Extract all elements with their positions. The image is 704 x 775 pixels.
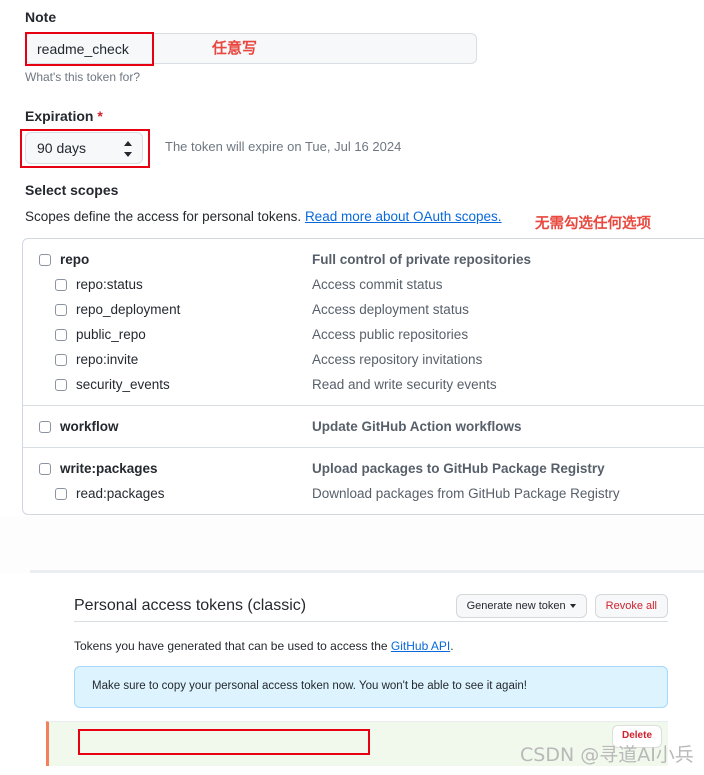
tokens-subtitle-text: Tokens you have generated that can be us… [74,639,388,653]
expiration-note: The token will expire on Tue, Jul 16 202… [165,139,402,154]
scope-group: workflow Update GitHub Action workflows [23,405,704,439]
scope-group: write:packages Upload packages to GitHub … [23,447,704,506]
scope-row[interactable]: write:packages Upload packages to GitHub … [23,456,704,481]
scopes-list: repo Full control of private repositories… [22,238,704,515]
scope-row[interactable]: repo:invite Access repository invitations [23,347,704,372]
chevron-updown-icon [123,141,132,157]
scope-checkbox[interactable] [39,253,51,266]
scope-description: Full control of private repositories [312,252,532,267]
scope-checkbox[interactable] [55,353,67,366]
scope-checkbox[interactable] [55,487,67,500]
scope-description: Access repository invitations [312,352,483,367]
scope-name: security_events [76,377,170,392]
token-list-item [46,721,668,766]
scope-description: Upload packages to GitHub Package Regist… [312,461,605,476]
tokens-subtitle-period: . [450,639,454,653]
scope-row[interactable]: read:packages Download packages from GitH… [23,481,704,506]
scope-row[interactable]: public_repo Access public repositories [23,322,704,347]
scope-group: repo Full control of private repositories… [23,247,704,397]
tokens-panel-header: Personal access tokens (classic) Generat… [74,594,668,618]
scope-name: repo:status [76,277,143,292]
header-divider [74,621,668,622]
scope-row[interactable]: workflow Update GitHub Action workflows [23,414,704,439]
expiration-label-text: Expiration [25,108,94,124]
scope-description: Update GitHub Action workflows [312,419,522,434]
scope-description: Access commit status [312,277,443,292]
scope-checkbox[interactable] [55,328,67,341]
personal-access-tokens-panel: Personal access tokens (classic) Generat… [0,573,704,775]
scope-row[interactable]: security_events Read and write security e… [23,372,704,397]
scopes-description: Scopes define the access for personal to… [25,209,502,224]
screenshot-seam [0,516,704,574]
note-label: Note [25,9,57,25]
scope-row[interactable]: repo_deployment Access deployment status [23,297,704,322]
scope-name: workflow [60,419,119,434]
scopes-description-text: Scopes define the access for personal to… [25,209,302,224]
scope-name: repo_deployment [76,302,181,317]
scope-description: Read and write security events [312,377,497,392]
tokens-panel-title: Personal access tokens (classic) [74,597,307,614]
scope-checkbox[interactable] [55,303,67,316]
scope-checkbox[interactable] [55,278,67,291]
scope-name: write:packages [60,461,158,476]
scopes-annotation: 无需勾选任何选项 [535,216,651,232]
scope-name: repo [60,252,90,267]
github-api-link[interactable]: GitHub API [391,639,450,653]
scope-description: Access deployment status [312,302,469,317]
required-asterisk: * [97,108,103,124]
select-scopes-heading: Select scopes [25,182,119,198]
scope-name: repo:invite [76,352,139,367]
generate-new-token-button[interactable]: Generate new token [455,594,587,618]
scope-checkbox[interactable] [39,462,51,475]
scope-row[interactable]: repo:status Access commit status [23,272,704,297]
scope-description: Access public repositories [312,327,469,342]
copy-token-info-banner: Make sure to copy your personal access t… [74,666,668,708]
delete-token-button[interactable]: Delete [612,725,663,748]
tokens-panel-actions: Generate new token Revoke all [455,594,668,618]
token-creation-form: Note What's this token for? Expiration *… [0,0,704,516]
scope-name: read:packages [76,486,165,501]
scope-checkbox[interactable] [39,420,51,433]
scope-row[interactable]: repo Full control of private repositories [23,247,704,272]
scope-name: public_repo [76,327,146,342]
note-hint: What's this token for? [25,70,141,84]
tokens-panel-subtitle: Tokens you have generated that can be us… [74,639,454,653]
scope-description: Download packages from GitHub Package Re… [312,486,620,501]
oauth-scopes-link[interactable]: Read more about OAuth scopes. [305,209,502,224]
scope-checkbox[interactable] [55,378,67,391]
copy-token-info-text: Make sure to copy your personal access t… [92,680,527,692]
expiration-label: Expiration * [25,107,103,125]
revoke-all-button[interactable]: Revoke all [594,594,668,618]
expiration-select-value: 90 days [37,140,87,156]
generate-new-token-label: Generate new token [466,600,566,612]
note-annotation: 任意写 [212,39,258,57]
chevron-down-icon [569,604,576,609]
expiration-select[interactable]: 90 days [25,132,143,164]
